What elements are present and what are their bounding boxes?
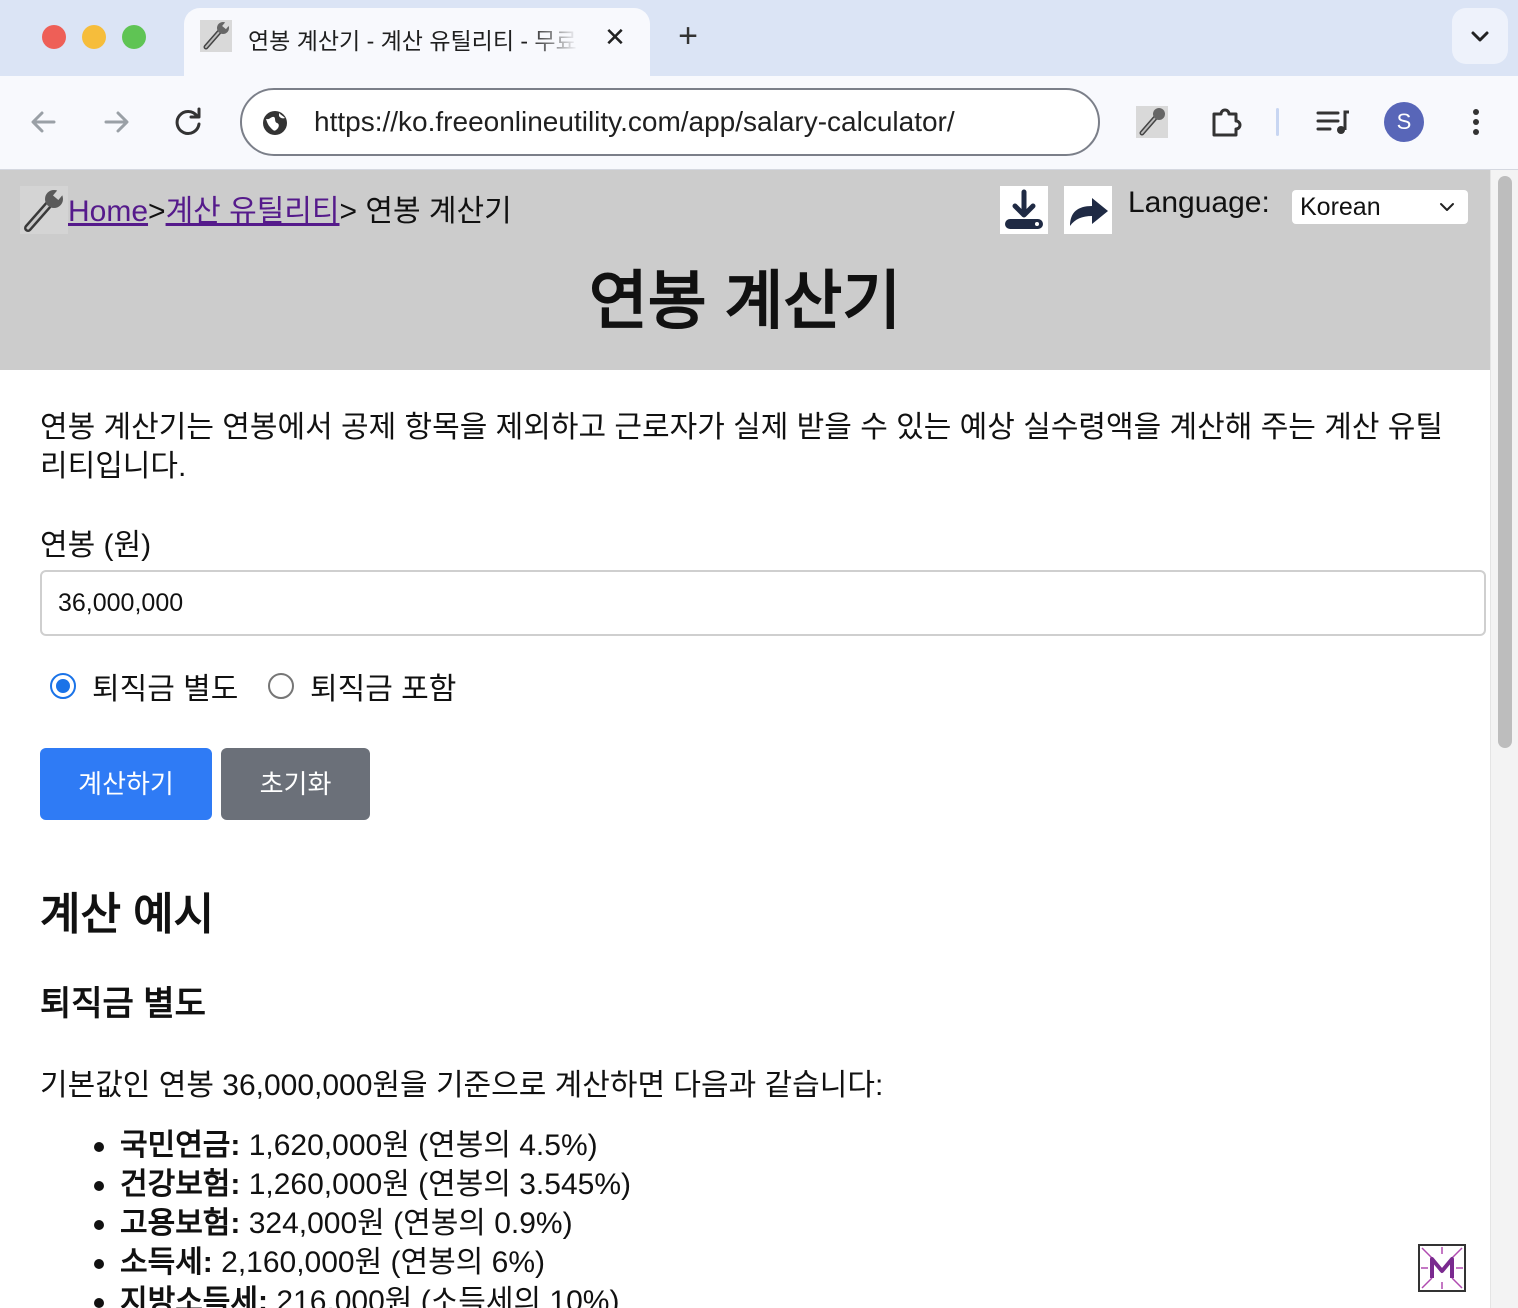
page-title: 연봉 계산기: [588, 265, 902, 337]
tab-title: 연봉 계산기 - 계산 유틸리티 - 무료 온라인 유틸리티: [248, 28, 578, 54]
list-item-label: 소득세:: [120, 1246, 213, 1279]
m-logo-icon: [1421, 1247, 1463, 1289]
radio-option-separate[interactable]: 퇴직금 별도: [50, 666, 238, 706]
radio-separate-button[interactable]: [50, 673, 76, 699]
breadcrumb-category-link[interactable]: 계산 유틸리티: [166, 195, 340, 228]
window-zoom-button[interactable]: [122, 25, 146, 49]
language-label: Language:: [1128, 186, 1270, 219]
reset-button[interactable]: 초기화: [221, 748, 370, 820]
list-item-text: 216,000원 (소득세의 10%): [268, 1285, 620, 1308]
tab-close-icon[interactable]: ✕: [598, 20, 632, 54]
example-intro: 기본값인 연봉 36,000,000원을 기준으로 계산하면 다음과 같습니다:: [40, 1069, 884, 1102]
download-icon: [1005, 189, 1043, 229]
page-scrollbar[interactable]: [1490, 170, 1518, 1308]
breadcrumb-separator: >: [148, 195, 166, 228]
toolbar-divider: [1276, 108, 1279, 136]
list-item-text: 1,620,000원 (연봉의 4.5%): [240, 1129, 598, 1162]
radio-separate-label[interactable]: 퇴직금 별도: [92, 664, 238, 708]
globe-icon[interactable]: [260, 108, 290, 138]
example-subheading: 퇴직금 별도: [40, 985, 206, 1023]
address-bar[interactable]: https://ko.freeonlineutility.com/app/sal…: [240, 88, 1100, 156]
download-button[interactable]: [1000, 186, 1048, 234]
media-playlist-icon[interactable]: [1312, 102, 1352, 142]
wrench-icon: [200, 20, 232, 52]
share-button[interactable]: [1064, 186, 1112, 234]
browser-tab-bar: 연봉 계산기 - 계산 유틸리티 - 무료 온라인 유틸리티 ✕ +: [0, 0, 1518, 76]
radio-included-button[interactable]: [268, 673, 294, 699]
list-item-text: 1,260,000원 (연봉의 3.545%): [240, 1168, 631, 1201]
url-text: https://ko.freeonlineutility.com/app/sal…: [314, 106, 955, 137]
list-item: 국민연금: 1,620,000원 (연봉의 4.5%): [40, 1126, 631, 1165]
profile-avatar[interactable]: S: [1384, 102, 1424, 142]
language-select[interactable]: Korean: [1292, 190, 1468, 224]
list-item-label: 고용보험:: [120, 1207, 241, 1240]
browser-toolbar: https://ko.freeonlineutility.com/app/sal…: [0, 76, 1518, 170]
tab-search-button[interactable]: [1452, 8, 1508, 64]
example-heading: 계산 예시: [40, 890, 215, 939]
new-tab-button[interactable]: +: [668, 16, 708, 56]
forward-arrow-icon[interactable]: [94, 100, 138, 144]
list-item-label: 건강보험:: [120, 1168, 241, 1201]
salary-input[interactable]: [40, 570, 1486, 636]
kebab-menu-icon[interactable]: [1456, 102, 1496, 142]
share-arrow-icon: [1070, 198, 1108, 226]
scrollbar-thumb[interactable]: [1498, 176, 1512, 748]
list-item-text: 324,000원 (연봉의 0.9%): [240, 1207, 573, 1240]
list-item-label: 지방소득세:: [120, 1285, 268, 1308]
deduction-list: 국민연금: 1,620,000원 (연봉의 4.5%) 건강보험: 1,260,…: [40, 1126, 631, 1308]
list-item: 고용보험: 324,000원 (연봉의 0.9%): [40, 1204, 631, 1243]
list-item: 지방소득세: 216,000원 (소득세의 10%): [40, 1282, 631, 1308]
page-viewport: Home>계산 유틸리티> 연봉 계산기 Language: Korean 연봉…: [0, 170, 1490, 1308]
wrench-icon[interactable]: [1132, 102, 1172, 142]
list-item: 소득세: 2,160,000원 (연봉의 6%): [40, 1243, 631, 1282]
breadcrumb-current: 연봉 계산기: [357, 195, 512, 228]
chevron-down-icon: [1440, 203, 1454, 211]
extensions-puzzle-icon[interactable]: [1206, 102, 1246, 142]
wrench-icon[interactable]: [20, 186, 68, 234]
list-item-label: 국민연금:: [120, 1129, 241, 1162]
list-item-text: 2,160,000원 (연봉의 6%): [212, 1246, 546, 1279]
reload-icon[interactable]: [166, 100, 210, 144]
tool-description: 연봉 계산기는 연봉에서 공제 항목을 제외하고 근로자가 실제 받을 수 있는…: [40, 411, 1443, 483]
radio-included-label[interactable]: 퇴직금 포함: [310, 664, 456, 708]
language-selected-value: Korean: [1300, 193, 1381, 221]
site-header: Home>계산 유틸리티> 연봉 계산기 Language: Korean 연봉…: [0, 170, 1490, 370]
radio-option-included[interactable]: 퇴직금 포함: [268, 666, 456, 706]
browser-tab-active[interactable]: 연봉 계산기 - 계산 유틸리티 - 무료 온라인 유틸리티 ✕: [184, 8, 650, 76]
chevron-down-icon: [1471, 31, 1489, 42]
floating-badge-button[interactable]: [1418, 1244, 1466, 1292]
calculate-button[interactable]: 계산하기: [40, 748, 212, 820]
breadcrumb: Home>계산 유틸리티> 연봉 계산기: [68, 186, 512, 230]
back-arrow-icon[interactable]: [22, 100, 66, 144]
list-item: 건강보험: 1,260,000원 (연봉의 3.545%): [40, 1165, 631, 1204]
breadcrumb-home-link[interactable]: Home: [68, 195, 148, 228]
window-close-button[interactable]: [42, 25, 66, 49]
breadcrumb-separator: >: [339, 195, 358, 228]
salary-label: 연봉 (원): [40, 529, 152, 562]
window-minimize-button[interactable]: [82, 25, 106, 49]
